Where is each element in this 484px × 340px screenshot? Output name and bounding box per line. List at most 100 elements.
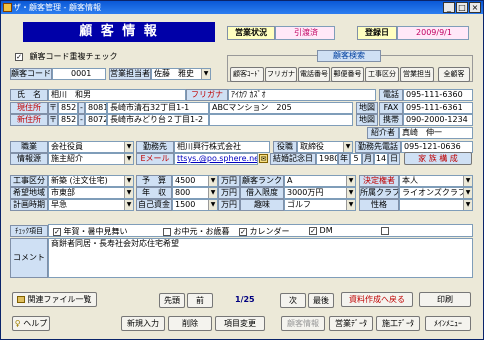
search-by-code-button[interactable]: 顧客ｺｰﾄﾞ (230, 67, 264, 82)
hobby-label: 趣味 (240, 199, 284, 211)
minimize-button[interactable]: _ (443, 2, 455, 13)
help-button[interactable]: ♀ ヘルプ (12, 316, 50, 331)
related-files-button[interactable]: 関連ファイル一覧 (12, 292, 97, 307)
sales-data-button[interactable]: 営業ﾃﾞｰﾀ (329, 316, 373, 331)
check-item-3-box[interactable]: ✓ (309, 226, 317, 235)
decider-select[interactable]: 本人 ▼ (399, 175, 473, 187)
rep-select[interactable]: 佐藤 雅史 ▼ (151, 68, 211, 80)
main-menu-button[interactable]: ﾒｲﾝﾒﾆｭｰ (425, 316, 471, 331)
close-button[interactable]: × (469, 2, 481, 13)
zip2-field[interactable]: 852 (58, 114, 78, 126)
prev-button[interactable]: 前 (187, 293, 213, 308)
bldg2-field[interactable] (209, 114, 353, 126)
workplace-field[interactable]: 相川興行株式会社 (174, 141, 270, 153)
report-button[interactable]: 資料作成へ戻る (341, 292, 413, 307)
search-by-zip-button[interactable]: 郵便番号 (331, 67, 364, 82)
name-field[interactable]: 相川 和男 (48, 89, 186, 101)
edit-items-button[interactable]: 項目変更 (215, 316, 265, 331)
fax-field[interactable]: 095-111-6361 (403, 102, 473, 114)
map-button-2[interactable]: 地図 (356, 114, 378, 126)
work-value: 新築 (注文住宅) (51, 176, 108, 185)
equity-value: 1500 (175, 200, 196, 209)
new-entry-button[interactable]: 新規入力 (121, 316, 165, 331)
search-by-kana-button[interactable]: フリガナ (265, 67, 297, 82)
cust-info-button[interactable]: 顧客情報 (281, 316, 325, 331)
bldg1-field[interactable]: ABCマンション 205 (209, 102, 353, 114)
equity-select[interactable]: 1500 ▼ (172, 199, 218, 211)
kana-field[interactable]: ｱｲｶﾜ ｶｽﾞｵ (228, 89, 376, 101)
regdate-value[interactable]: 2009/9/1 (397, 26, 469, 40)
equity-unit: 万円 (218, 199, 240, 211)
chevron-down-icon: ▼ (343, 142, 352, 152)
check-item-4[interactable] (381, 226, 389, 235)
check-item-2-box[interactable]: ✓ (239, 227, 247, 236)
status-value[interactable]: 引渡済 (275, 26, 335, 40)
addr1-field[interactable]: 長崎市清石32丁目1-1 (107, 102, 209, 114)
referrer-field[interactable]: 真崎 伸一 (399, 127, 473, 139)
page-title: 顧 客 情 報 (23, 22, 215, 42)
rank-select[interactable]: A ▼ (284, 175, 356, 187)
zip2b-field[interactable]: 8072 (85, 114, 107, 126)
mobile-field[interactable]: 090-2000-1234 (403, 114, 473, 126)
check-item-3[interactable]: ✓ DM (309, 226, 333, 235)
record-position: 1/25 (235, 295, 255, 304)
position-value: 取締役 (300, 142, 324, 151)
addr2-field[interactable]: 長崎市みどり台２丁目1-2 (107, 114, 209, 126)
work-select[interactable]: 新築 (注文住宅) ▼ (48, 175, 134, 187)
check-item-0[interactable]: ✓ 年賀・暑中見舞い (53, 226, 128, 237)
hobby-select[interactable]: ゴルフ ▼ (284, 199, 356, 211)
family-button[interactable]: 家 族 構 成 (404, 152, 472, 165)
dupcheck-row[interactable]: ✓ 顧客コード重複チェック (15, 51, 118, 62)
search-by-work-button[interactable]: 工事区分 (365, 67, 399, 82)
const-data-button[interactable]: 施工ﾃﾞｰﾀ (376, 316, 420, 331)
zip-dash-2: - (78, 114, 85, 126)
position-label: 役職 (273, 141, 297, 153)
check-item-2[interactable]: ✓ カレンダー (239, 226, 290, 237)
maximize-button[interactable]: □ (456, 2, 468, 13)
email-field[interactable]: ttsys.@po.sphere.ne (174, 153, 258, 165)
position-select[interactable]: 取締役 ▼ (297, 141, 353, 153)
addr-label: 現住所 (10, 102, 48, 114)
check-item-0-box[interactable]: ✓ (53, 227, 61, 236)
income-select[interactable]: 800 ▼ (172, 187, 218, 199)
source-value: 施主紹介 (51, 154, 83, 163)
area-select[interactable]: 市東部 ▼ (48, 187, 134, 199)
delete-button[interactable]: 削除 (168, 316, 212, 331)
zip1-field[interactable]: 852 (58, 102, 78, 114)
personality-select[interactable]: ▼ (399, 199, 473, 211)
comment-label: コメント (10, 238, 48, 278)
anniv-day-field[interactable]: 14 (374, 153, 388, 165)
loan-select[interactable]: 3000万円 ▼ (284, 187, 356, 199)
budget-select[interactable]: 4500 ▼ (172, 175, 218, 187)
search-by-phone-button[interactable]: 電話番号 (298, 67, 330, 82)
anniv-month-field[interactable]: 5 (350, 153, 362, 165)
phone-field[interactable]: 095-111-6360 (403, 89, 473, 101)
next-button[interactable]: 次 (280, 293, 306, 308)
code-field[interactable]: 0001 (52, 68, 106, 80)
club-select[interactable]: ライオンズクラブ ▼ (399, 187, 473, 199)
loan-value: 3000万円 (287, 188, 324, 197)
mail-icon[interactable]: ✉ (259, 154, 268, 163)
zip1b-field[interactable]: 8081 (85, 102, 107, 114)
check-item-4-box[interactable] (381, 226, 389, 235)
search-all-button[interactable]: 全顧客 (438, 67, 470, 82)
key-icon: ♀ (14, 319, 21, 328)
timing-value: 早急 (51, 200, 67, 209)
anniv-year-field[interactable]: 1980 (316, 153, 338, 165)
check-item-1[interactable]: お中元・お歳暮 (163, 226, 230, 237)
map-button-1[interactable]: 地図 (356, 102, 378, 114)
timing-select[interactable]: 早急 ▼ (48, 199, 134, 211)
source-select[interactable]: 施主紹介 ▼ (48, 153, 134, 165)
search-by-rep-button[interactable]: 営業担当 (400, 67, 434, 82)
status-label: 営業状況 (227, 26, 275, 40)
first-button[interactable]: 先頭 (159, 293, 185, 308)
job-label: 職業 (10, 141, 48, 153)
print-button[interactable]: 印刷 (419, 292, 471, 307)
last-button[interactable]: 最後 (308, 293, 334, 308)
dupcheck-checkbox[interactable]: ✓ (15, 52, 23, 61)
main-window: ザ・顧客管理 - 顧客情報 _ □ × 顧 客 情 報 営業状況 引渡済 登録日… (0, 0, 484, 340)
check-item-1-box[interactable] (163, 227, 171, 236)
job-select[interactable]: 会社役員 ▼ (48, 141, 134, 153)
budget-label: 予 算 (136, 175, 172, 187)
comment-field[interactable]: 商餅者同居・長寿社会対応住宅希望 (48, 238, 473, 278)
